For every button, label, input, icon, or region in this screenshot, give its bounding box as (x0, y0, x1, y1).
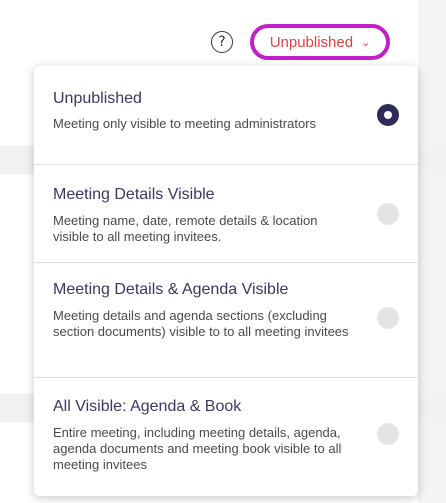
option-title: Meeting Details & Agenda Visible (53, 281, 289, 298)
page-background-right (418, 0, 446, 503)
option-meeting-details-agenda-visible[interactable]: Meeting Details & Agenda Visible Meeting… (34, 263, 418, 378)
option-all-visible[interactable]: All Visible: Agenda & Book Entire meetin… (34, 378, 418, 496)
publish-status-button[interactable]: Unpublished ⌄ (250, 24, 390, 60)
chevron-down-icon: ⌄ (361, 36, 371, 49)
option-description: Entire meeting, including meeting detail… (53, 425, 342, 472)
option-meeting-details-visible[interactable]: Meeting Details Visible Meeting name, da… (34, 165, 418, 263)
option-description: Meeting name, date, remote details & loc… (53, 213, 318, 244)
help-icon[interactable]: ? (211, 31, 233, 53)
publish-status-label: Unpublished (269, 33, 354, 51)
option-unpublished[interactable]: Unpublished Meeting only visible to meet… (34, 66, 418, 165)
option-title: All Visible: Agenda & Book (53, 398, 242, 415)
option-title: Unpublished (53, 90, 142, 107)
radio-unselected-icon[interactable] (377, 203, 399, 225)
option-description: Meeting details and agenda sections (exc… (53, 308, 349, 339)
radio-selected-icon[interactable] (377, 104, 399, 126)
radio-unselected-icon[interactable] (377, 423, 399, 445)
publish-status-dropdown: Unpublished Meeting only visible to meet… (34, 66, 418, 496)
option-title: Meeting Details Visible (53, 186, 215, 203)
radio-unselected-icon[interactable] (377, 307, 399, 329)
option-description: Meeting only visible to meeting administ… (53, 116, 317, 131)
